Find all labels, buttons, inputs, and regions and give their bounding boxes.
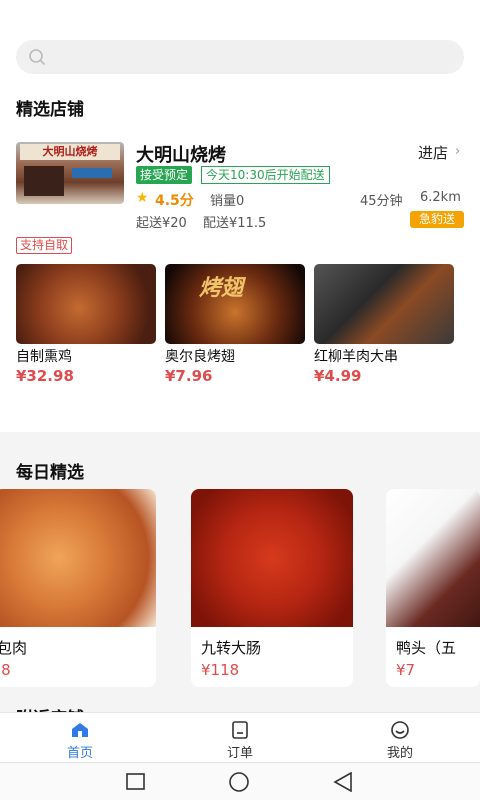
daily-name: 九转大肠 — [201, 639, 262, 657]
recents-icon[interactable] — [126, 773, 146, 791]
daily-image — [386, 489, 480, 627]
daily-image — [191, 489, 353, 627]
daily-price: ¥118 — [201, 661, 240, 679]
bottom-tab-bar: 首页 订单 我的 — [0, 712, 480, 762]
delivery-time: 45分钟 — [360, 194, 403, 209]
daily-image — [0, 489, 156, 627]
store-thumbnail[interactable]: 大明山烧烤 — [16, 142, 124, 204]
food-price: ¥7.96 — [165, 367, 213, 385]
tab-home[interactable]: 首页 — [0, 713, 160, 763]
store-name[interactable]: 大明山烧烤 — [136, 141, 226, 167]
tab-label: 我的 — [386, 746, 413, 761]
system-nav-bar — [0, 762, 480, 800]
delivery-fee: 配送¥11.5 — [203, 216, 267, 231]
food-image-lamb-skewers[interactable] — [314, 264, 454, 344]
app-root: 精选店铺 大明山烧烤 大明山烧烤 进店 › 接受预定 今天10:30后开始配送 … — [0, 0, 480, 800]
food-name[interactable]: 红柳羊肉大串 — [314, 346, 398, 366]
store-sales: 销量0 — [210, 194, 245, 209]
min-order: 起送¥20 — [136, 216, 187, 231]
tab-orders[interactable]: 订单 — [160, 713, 320, 763]
urgent-delivery-badge: 急豹送 — [410, 211, 464, 228]
featured-title: 精选店铺 — [16, 100, 84, 120]
tab-label: 首页 — [66, 746, 93, 761]
pickup-badge: 支持自取 — [16, 237, 73, 254]
food-name[interactable]: 自制熏鸡 — [16, 346, 72, 366]
store-distance: 6.2km — [420, 190, 461, 205]
store-awning — [72, 168, 112, 178]
food-image-caption: 烤翅 — [199, 276, 244, 301]
home-icon — [72, 723, 88, 737]
daily-title: 每日精选 — [16, 463, 84, 483]
food-name[interactable]: 奥尔良烤翅 — [165, 346, 235, 366]
store-sign: 大明山烧烤 — [20, 144, 120, 160]
smiley-icon — [391, 721, 409, 739]
order-icon — [232, 721, 248, 739]
food-image-wings[interactable]: 烤翅 — [165, 264, 305, 344]
daily-card[interactable]: 九转大肠 ¥118 — [191, 489, 353, 687]
chevron-right-icon[interactable]: › — [455, 144, 460, 159]
home-circle-icon[interactable] — [228, 772, 250, 792]
daily-card[interactable]: 锅包肉 ¥58 — [0, 489, 156, 687]
back-icon[interactable] — [333, 772, 353, 792]
search-input[interactable] — [16, 40, 464, 74]
tab-label: 订单 — [226, 746, 253, 761]
reservation-badge: 接受预定 — [136, 166, 193, 184]
daily-price: ¥58 — [0, 661, 11, 679]
tab-profile[interactable]: 我的 — [320, 713, 480, 763]
food-price: ¥32.98 — [16, 367, 74, 385]
search-icon — [29, 49, 46, 66]
store-rating: 4.5分 — [155, 193, 194, 209]
food-image-smoked-chicken[interactable] — [16, 264, 156, 344]
delivery-note: 今天10:30后开始配送 — [201, 166, 330, 184]
star-icon: ★ — [136, 190, 149, 206]
daily-name: 鸭头（五 — [396, 639, 457, 657]
status-bar — [0, 0, 480, 36]
store-door — [24, 166, 64, 196]
enter-store-link[interactable]: 进店 — [418, 142, 448, 163]
daily-price: ¥7 — [396, 661, 416, 679]
daily-card[interactable]: 鸭头（五 ¥7 — [386, 489, 480, 687]
food-price: ¥4.99 — [314, 367, 362, 385]
daily-name: 锅包肉 — [0, 639, 28, 657]
